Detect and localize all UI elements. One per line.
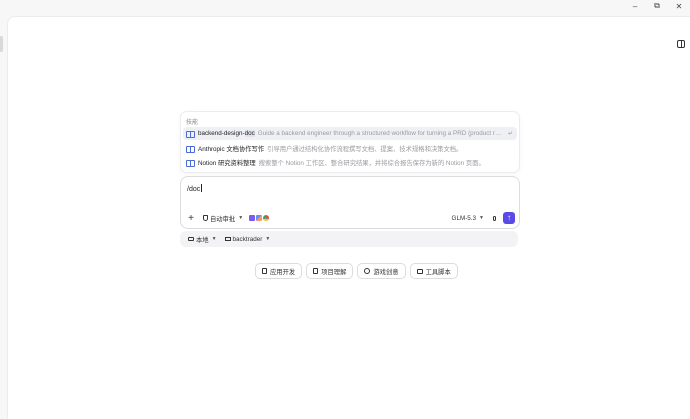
skill-name: backend-design-doc (198, 130, 255, 137)
text-cursor (200, 184, 202, 192)
suggestion-label: 应用开发 (270, 268, 296, 276)
image-tool-icon[interactable] (256, 215, 263, 221)
monitor-icon (188, 237, 194, 241)
skill-description: 搜索整个 Notion 工作区、整合研究结果，并将综合报告保存为新的 Notio… (258, 160, 485, 167)
skill-item[interactable]: backend-design-doc Guide a backend engin… (183, 127, 517, 140)
suggestion-app-dev[interactable]: 应用开发 (255, 263, 303, 279)
context-bar: 本地 ▼ backtrader ▼ (180, 231, 518, 247)
book-icon (186, 145, 195, 153)
book-icon (186, 159, 195, 167)
suggestion-tool-scripts[interactable]: 工具脚本 (409, 263, 458, 279)
phone-icon (262, 268, 267, 274)
model-label: GLM-5.3 (451, 214, 477, 222)
model-select[interactable]: GLM-5.3 ▼ (452, 215, 484, 222)
skills-header: 技能 (186, 120, 199, 126)
chevron-down-icon: ▼ (265, 236, 271, 242)
skill-name: Notion 研究资料整理 (198, 160, 256, 167)
chevron-down-icon: ▼ (211, 236, 217, 242)
location-label: 本地 (196, 236, 209, 244)
document-icon (313, 268, 319, 274)
minimize-button[interactable]: – (624, 0, 646, 12)
skill-description: 引导用户通过结构化协作流程撰写文档、提案、技术规格和决策文档。 (267, 146, 463, 153)
chevron-down-icon: ▼ (238, 215, 244, 221)
suggestion-game-ideas[interactable]: 游戏创意 (357, 263, 406, 279)
approval-mode-button[interactable]: 自动审批 ▼ (203, 214, 243, 223)
location-select[interactable]: 本地 ▼ (188, 235, 217, 244)
add-attachment-button[interactable]: + (185, 213, 197, 224)
chevron-down-icon: ▼ (479, 215, 484, 221)
gamepad-icon (364, 268, 371, 274)
microphone-icon[interactable] (493, 215, 496, 221)
folder-icon (224, 237, 231, 241)
skill-description: Guide a backend engineer through a struc… (257, 130, 504, 137)
suggestion-chips: 应用开发 项目理解 游戏创意 工具脚本 (255, 263, 458, 279)
terminal-icon (416, 268, 423, 274)
skill-dropdown: 技能 backend-design-doc Guide a backend en… (180, 111, 520, 173)
enter-icon: ↵ (507, 131, 513, 137)
skill-name: Anthropic 文档协作写作 (198, 146, 265, 153)
send-button[interactable]: ↑ (503, 212, 515, 224)
suggestion-label: 项目理解 (321, 268, 347, 276)
sidebar-toggle-icon[interactable] (677, 40, 685, 48)
suggestion-project-understanding[interactable]: 项目理解 (306, 263, 354, 279)
suggestion-label: 工具脚本 (425, 268, 451, 276)
window-controls: – ⧉ ✕ (624, 0, 690, 12)
skill-item[interactable]: Anthropic 文档协作写作 引导用户通过结构化协作流程撰写文档、提案、技术… (183, 142, 517, 155)
sidebar-edge[interactable] (0, 36, 3, 52)
shield-icon (203, 215, 208, 221)
suggestion-label: 游戏创意 (373, 268, 399, 276)
chrome-icon[interactable] (263, 215, 270, 221)
prompt-input[interactable]: /doc (187, 184, 202, 193)
skill-item[interactable]: Notion 研究资料整理 搜索整个 Notion 工作区、整合研究结果，并将综… (183, 156, 517, 169)
approval-label: 自动审批 (210, 215, 236, 223)
video-tool-icon[interactable] (249, 215, 256, 221)
close-button[interactable]: ✕ (668, 0, 690, 12)
book-icon (186, 130, 195, 138)
composer: /doc + 自动审批 ▼ GLM-5.3 ▼ ↑ (180, 176, 520, 229)
tool-icons (249, 215, 270, 221)
folder-label: backtrader (232, 235, 263, 243)
folder-select[interactable]: backtrader ▼ (224, 235, 271, 243)
maximize-button[interactable]: ⧉ (646, 0, 668, 12)
composer-toolbar: + 自动审批 ▼ GLM-5.3 ▼ ↑ (185, 211, 515, 225)
